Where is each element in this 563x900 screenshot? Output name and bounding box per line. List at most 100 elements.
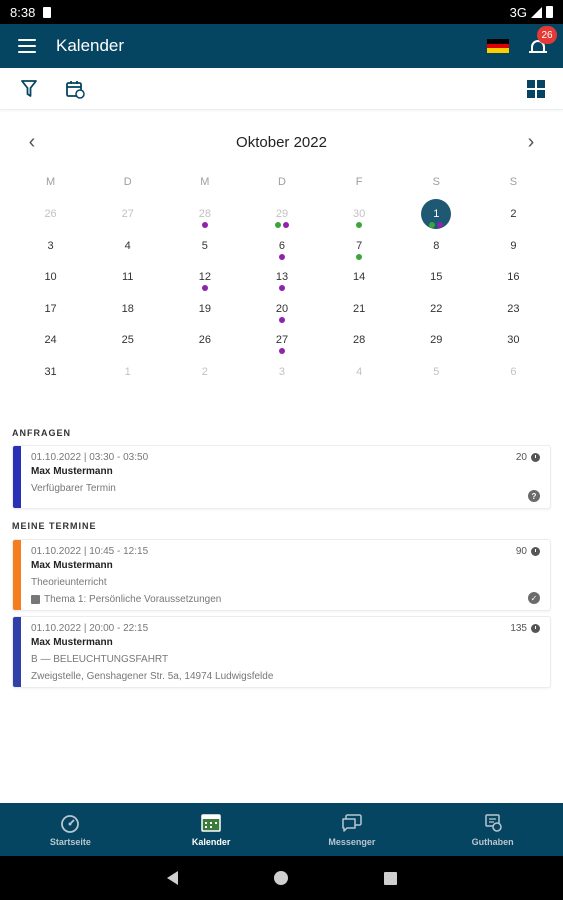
calendar-icon bbox=[200, 813, 222, 833]
calendar-day[interactable]: 12 bbox=[166, 261, 243, 293]
nav-guthaben[interactable]: Guthaben bbox=[422, 803, 563, 856]
calendar-day[interactable]: 1 bbox=[89, 356, 166, 388]
calendar-day[interactable]: 6 bbox=[243, 230, 320, 262]
appointment-person: Max Mustermann bbox=[31, 466, 113, 477]
calendar-day[interactable]: 13 bbox=[243, 261, 320, 293]
day-number: 27 bbox=[121, 208, 134, 220]
appointment-type: Theorieunterricht bbox=[31, 577, 107, 588]
calendar-day[interactable]: 8 bbox=[398, 230, 475, 262]
back-icon[interactable] bbox=[166, 871, 178, 885]
appointment-card[interactable]: 01.10.2022 | 10:45 - 12:15 Max Musterman… bbox=[12, 539, 551, 611]
chevron-left-icon[interactable]: ‹ bbox=[22, 131, 42, 153]
calendar-day[interactable]: 15 bbox=[398, 261, 475, 293]
calendar-day[interactable]: 25 bbox=[89, 324, 166, 356]
calendar-day[interactable]: 28 bbox=[166, 198, 243, 230]
day-number: 4 bbox=[124, 239, 131, 252]
chevron-right-icon[interactable]: › bbox=[521, 131, 541, 153]
home-icon[interactable] bbox=[273, 871, 288, 885]
status-time: 8:38 bbox=[10, 4, 36, 20]
calendar-day-selected[interactable]: 1 bbox=[398, 198, 475, 230]
calendar-day[interactable]: 14 bbox=[321, 261, 398, 293]
request-card[interactable]: 01.10.2022 | 03:30 - 03:50 Max Musterman… bbox=[12, 445, 551, 509]
appointment-card[interactable]: 01.10.2022 | 20:00 - 22:15 Max Musterman… bbox=[12, 616, 551, 688]
calendar-day[interactable]: 27 bbox=[89, 198, 166, 230]
day-number: 3 bbox=[47, 239, 54, 252]
filter-icon[interactable] bbox=[18, 78, 40, 100]
day-number: 25 bbox=[121, 334, 134, 346]
calendar-day[interactable]: 9 bbox=[475, 230, 552, 262]
calendar-day[interactable]: 19 bbox=[166, 293, 243, 325]
calendar-day[interactable]: 2 bbox=[475, 198, 552, 230]
day-number: 31 bbox=[44, 365, 57, 378]
nav-kalender[interactable]: Kalender bbox=[141, 803, 282, 856]
calendar-day[interactable]: 3 bbox=[12, 230, 89, 262]
clock-icon bbox=[531, 547, 540, 556]
calendar-day[interactable]: 29 bbox=[398, 324, 475, 356]
calendar-day[interactable]: 27 bbox=[243, 324, 320, 356]
month-title: Oktober 2022 bbox=[236, 133, 327, 151]
calendar-day[interactable]: 28 bbox=[321, 324, 398, 356]
calendar-day[interactable]: 29 bbox=[243, 198, 320, 230]
status-indicators: 3G bbox=[510, 5, 553, 20]
day-number: 29 bbox=[430, 334, 443, 346]
notifications-button[interactable]: 26 bbox=[527, 26, 557, 57]
requests-section-label: ANFRAGEN bbox=[12, 428, 71, 438]
day-number: 5 bbox=[433, 365, 440, 378]
calendar-day[interactable]: 21 bbox=[321, 293, 398, 325]
calendar-day[interactable]: 20 bbox=[243, 293, 320, 325]
day-number: 6 bbox=[278, 239, 286, 252]
day-number: 19 bbox=[198, 302, 211, 315]
menu-icon[interactable] bbox=[18, 39, 36, 53]
calendar-day[interactable]: 6 bbox=[475, 356, 552, 388]
calendar-header: ‹ Oktober 2022 › bbox=[0, 131, 563, 153]
nav-startseite[interactable]: Startseite bbox=[0, 803, 141, 856]
nav-messenger[interactable]: Messenger bbox=[282, 803, 423, 856]
calendar-day[interactable]: 26 bbox=[166, 324, 243, 356]
appointment-type: Verfügbarer Termin bbox=[31, 483, 116, 494]
calendar-day[interactable]: 5 bbox=[166, 230, 243, 262]
calendar-sync-icon[interactable] bbox=[64, 78, 86, 100]
signal-icon bbox=[531, 6, 542, 18]
recent-apps-icon[interactable] bbox=[383, 871, 397, 885]
duration-minutes: 135 bbox=[510, 623, 527, 634]
appointment-type: B — BELEUCHTUNGSFAHRT bbox=[31, 654, 169, 665]
day-number: 16 bbox=[507, 271, 520, 283]
calendar-day[interactable]: 7 bbox=[321, 230, 398, 262]
day-number: 27 bbox=[275, 334, 289, 346]
calendar-day[interactable]: 23 bbox=[475, 293, 552, 325]
duration-minutes: 20 bbox=[515, 452, 527, 463]
calendar-day[interactable]: 26 bbox=[12, 198, 89, 230]
day-number: 5 bbox=[201, 239, 208, 252]
calendar-day[interactable]: 3 bbox=[243, 356, 320, 388]
calendar-day[interactable]: 4 bbox=[321, 356, 398, 388]
calendar-day[interactable]: 5 bbox=[398, 356, 475, 388]
calendar-day[interactable]: 18 bbox=[89, 293, 166, 325]
calendar-day[interactable]: 10 bbox=[12, 261, 89, 293]
day-number: 20 bbox=[275, 302, 289, 315]
calendar-day[interactable]: 24 bbox=[12, 324, 89, 356]
day-number: 15 bbox=[430, 271, 443, 283]
bottom-navigation: Startseite Kalender Messenger Guthaben bbox=[0, 803, 563, 856]
event-dot-green bbox=[429, 222, 436, 228]
weekday-label: M bbox=[200, 176, 210, 188]
calendar-day[interactable]: 30 bbox=[475, 324, 552, 356]
calendar-day[interactable]: 30 bbox=[321, 198, 398, 230]
calendar-day[interactable]: 4 bbox=[89, 230, 166, 262]
calendar-day[interactable]: 11 bbox=[89, 261, 166, 293]
appointment-datetime: 01.10.2022 | 20:00 - 22:15 bbox=[31, 623, 149, 634]
german-flag-icon[interactable] bbox=[487, 39, 509, 54]
event-dot-purple bbox=[278, 285, 285, 291]
check-icon: ✓ bbox=[528, 592, 540, 604]
calendar-day[interactable]: 17 bbox=[12, 293, 89, 325]
day-number: 26 bbox=[198, 334, 211, 346]
calendar-day[interactable]: 2 bbox=[166, 356, 243, 388]
calendar-day[interactable]: 31 bbox=[12, 356, 89, 388]
page-title: Kalender bbox=[56, 36, 125, 55]
event-dot-green bbox=[274, 222, 281, 228]
appointment-location: Zweigstelle, Genshagener Str. 5a, 14974 … bbox=[31, 671, 274, 682]
calendar-day[interactable]: 22 bbox=[398, 293, 475, 325]
grid-view-icon[interactable] bbox=[527, 79, 545, 98]
battery-icon bbox=[546, 6, 553, 18]
calendar-day[interactable]: 16 bbox=[475, 261, 552, 293]
weekday-label: D bbox=[123, 176, 132, 188]
